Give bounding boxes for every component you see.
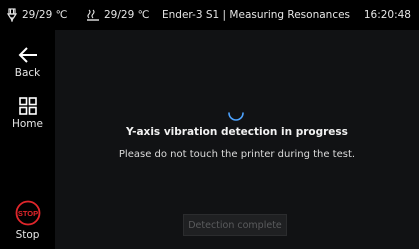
stop-label: Stop xyxy=(15,229,40,241)
nozzle-temp-text: 29/29 ℃ xyxy=(22,9,68,21)
back-button[interactable]: Back xyxy=(0,46,55,79)
spinner-icon xyxy=(228,112,244,121)
main-panel: Y-axis vibration detection in progress P… xyxy=(55,30,419,249)
nozzle-temp-indicator: 29/29 ℃ xyxy=(6,0,67,30)
sidebar: Back Home STOP Stop xyxy=(0,30,55,249)
stop-icon: STOP xyxy=(15,200,40,226)
status-title: Ender-3 S1 | Measuring Resonances xyxy=(162,9,351,21)
progress-subtitle: Please do not touch the printer during t… xyxy=(118,149,356,160)
back-label: Back xyxy=(14,67,41,79)
stop-button[interactable]: STOP Stop xyxy=(0,200,55,241)
bed-temp-indicator: 29/29 ℃ xyxy=(86,0,149,30)
nozzle-icon xyxy=(6,8,18,22)
bed-temp-text: 29/29 ℃ xyxy=(104,9,150,21)
bed-icon xyxy=(87,9,99,21)
progress-title: Y-axis vibration detection in progress xyxy=(126,126,348,138)
clock: 16:20:48 xyxy=(363,9,411,21)
home-button[interactable]: Home xyxy=(0,97,55,130)
grid-icon xyxy=(18,97,37,115)
status-bar: 29/29 ℃ 29/29 ℃ Ender-3 S1 | Measuring R… xyxy=(0,0,419,30)
home-label: Home xyxy=(11,118,43,130)
arrow-left-icon xyxy=(18,47,37,63)
detection-complete-button[interactable]: Detection complete xyxy=(183,214,287,236)
stop-icon-text: STOP xyxy=(17,209,37,218)
